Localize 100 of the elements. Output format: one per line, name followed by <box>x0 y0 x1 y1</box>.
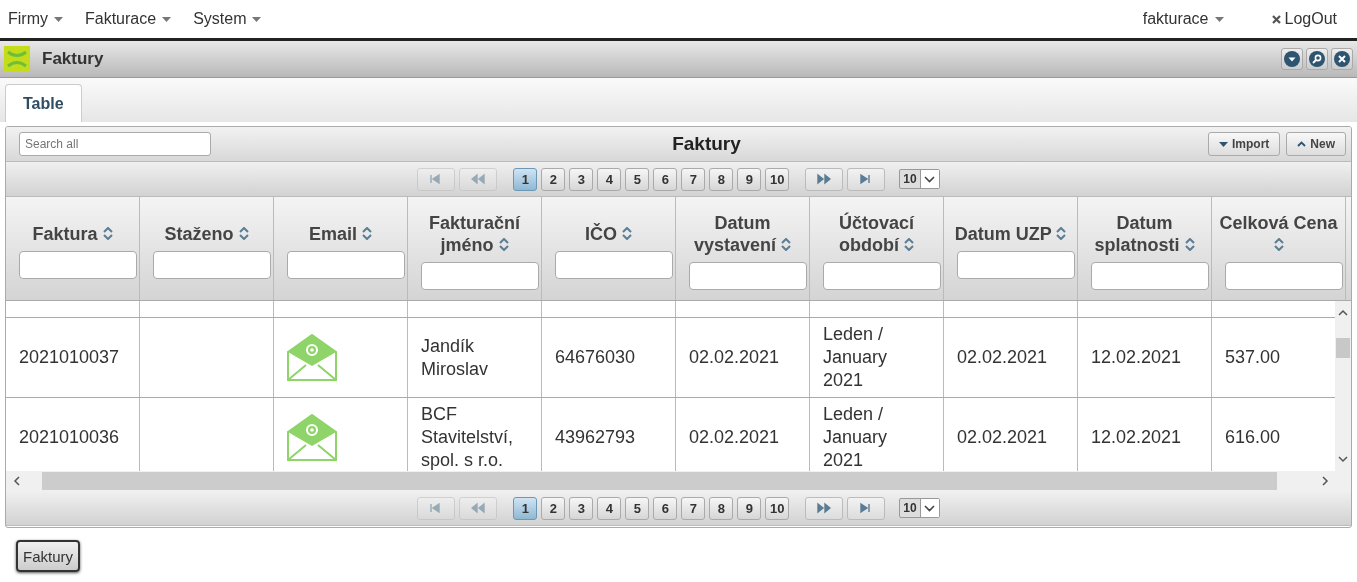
page-button[interactable]: 5 <box>625 496 650 520</box>
first-page-button[interactable] <box>417 167 456 191</box>
sort-icon <box>622 226 632 240</box>
page-size-select[interactable]: 10 <box>899 498 940 518</box>
page-button[interactable]: 7 <box>681 167 706 191</box>
caret-icon <box>162 16 172 22</box>
table-cell: 12.02.2021 <box>1091 426 1182 449</box>
close-icon <box>1334 51 1350 67</box>
sort-icon <box>102 226 113 240</box>
user-menu[interactable]: fakturace <box>1142 10 1224 28</box>
next-page-button[interactable] <box>805 167 844 191</box>
page-button[interactable]: 7 <box>681 496 706 520</box>
filter-field[interactable] <box>1091 261 1209 290</box>
page-button[interactable]: 8 <box>709 496 734 520</box>
page-button[interactable]: 4 <box>597 167 622 191</box>
page-button[interactable]: 1 <box>513 167 538 191</box>
caret-down-icon <box>1218 141 1228 147</box>
page-button[interactable]: 3 <box>569 496 594 520</box>
sort-icon <box>362 226 372 240</box>
close-button[interactable] <box>1331 48 1353 70</box>
nav-menu[interactable]: Firmy <box>8 10 63 28</box>
table-cell-text: Jandík Miroslav <box>421 334 489 381</box>
import-button[interactable]: Import <box>1207 132 1281 156</box>
grid-title: Faktury <box>671 133 742 155</box>
sort-icon <box>781 237 792 251</box>
first-page-button[interactable] <box>417 496 456 520</box>
page-button[interactable]: 3 <box>569 167 594 191</box>
page-button[interactable]: 5 <box>625 167 650 191</box>
table-cell: 2021010037 <box>19 346 120 369</box>
caret-icon <box>1214 16 1224 22</box>
scrollbar-thumb[interactable] <box>1336 338 1350 358</box>
previous-page-icon <box>471 502 486 514</box>
page-button[interactable]: 6 <box>653 496 678 520</box>
page-button[interactable]: 10 <box>765 167 790 191</box>
zoom-button[interactable] <box>1306 48 1328 70</box>
column-header[interactable]: Datum splatnosti <box>1078 211 1211 256</box>
taskbar-button[interactable]: Faktury <box>16 540 80 572</box>
sort-icon <box>1056 226 1067 240</box>
logout-link[interactable]: LogOut <box>1265 9 1343 29</box>
sort-icon <box>1273 237 1284 251</box>
column-header[interactable]: Fakturační jméno <box>408 211 541 256</box>
filter-field[interactable] <box>421 261 539 290</box>
table-cell: 02.02.2021 <box>689 346 780 369</box>
column-header[interactable]: Celková Cena <box>1212 211 1345 256</box>
page-button[interactable]: 1 <box>513 496 538 520</box>
filter-field[interactable] <box>1225 261 1343 290</box>
filter-field[interactable] <box>689 261 807 290</box>
table-cell: 537.00 <box>1225 346 1281 369</box>
column-header[interactable]: Email <box>308 222 372 245</box>
scroll-up-icon <box>1338 309 1348 316</box>
page-button[interactable]: 2 <box>541 167 566 191</box>
column-header[interactable]: IČO <box>585 222 632 245</box>
filter-field[interactable] <box>823 261 941 290</box>
search-field[interactable]: Search all <box>19 132 211 156</box>
chevron-down-icon <box>924 504 936 512</box>
filter-field[interactable] <box>153 250 271 279</box>
tab[interactable]: Table <box>5 84 82 122</box>
sort-icon <box>498 237 509 251</box>
column-header[interactable]: Faktura <box>32 222 113 245</box>
last-page-button[interactable] <box>847 167 886 191</box>
caret-icon <box>252 16 262 22</box>
page-button[interactable]: 4 <box>597 496 622 520</box>
table-cell-text: Leden / January 2021 <box>823 403 889 471</box>
column-header[interactable]: Datum UZP <box>954 222 1067 245</box>
column-header[interactable]: Staženo <box>164 222 249 245</box>
page-button[interactable]: 9 <box>737 496 762 520</box>
page-button[interactable]: 10 <box>765 496 790 520</box>
filter-field[interactable] <box>287 250 405 279</box>
close-icon <box>1271 14 1281 24</box>
filter-field[interactable] <box>555 250 673 279</box>
last-page-button[interactable] <box>847 496 886 520</box>
page-button[interactable]: 9 <box>737 167 762 191</box>
column-header[interactable]: Účtovací období <box>810 211 943 256</box>
new-button[interactable]: New <box>1286 132 1346 156</box>
page-button[interactable]: 6 <box>653 167 678 191</box>
next-page-icon <box>817 502 832 514</box>
previous-page-button[interactable] <box>459 167 498 191</box>
next-page-icon <box>817 173 832 185</box>
table-cell: 12.02.2021 <box>1091 346 1182 369</box>
table-cell: 02.02.2021 <box>689 426 780 449</box>
filter-field[interactable] <box>957 250 1075 279</box>
collapse-button[interactable] <box>1281 48 1303 70</box>
table-cell: 02.02.2021 <box>957 346 1048 369</box>
scrollbar-thumb[interactable] <box>42 472 1277 490</box>
column-header[interactable]: Datum vystavení <box>676 211 809 256</box>
page-size-select[interactable]: 10 <box>899 169 940 189</box>
filter-field[interactable] <box>19 250 137 279</box>
nav-menu[interactable]: Fakturace <box>85 10 172 28</box>
sort-icon <box>1184 237 1195 251</box>
scroll-left-icon <box>13 476 20 486</box>
scroll-right-icon <box>1322 476 1329 486</box>
page-button[interactable]: 8 <box>709 167 734 191</box>
sort-icon <box>238 226 249 240</box>
page-button[interactable]: 2 <box>541 496 566 520</box>
next-page-button[interactable] <box>805 496 844 520</box>
table-cell: 2021010036 <box>19 426 120 449</box>
chevron-down-icon <box>924 175 936 183</box>
magnifier-icon <box>1309 51 1325 67</box>
nav-menu[interactable]: System <box>193 10 262 28</box>
previous-page-button[interactable] <box>459 496 498 520</box>
